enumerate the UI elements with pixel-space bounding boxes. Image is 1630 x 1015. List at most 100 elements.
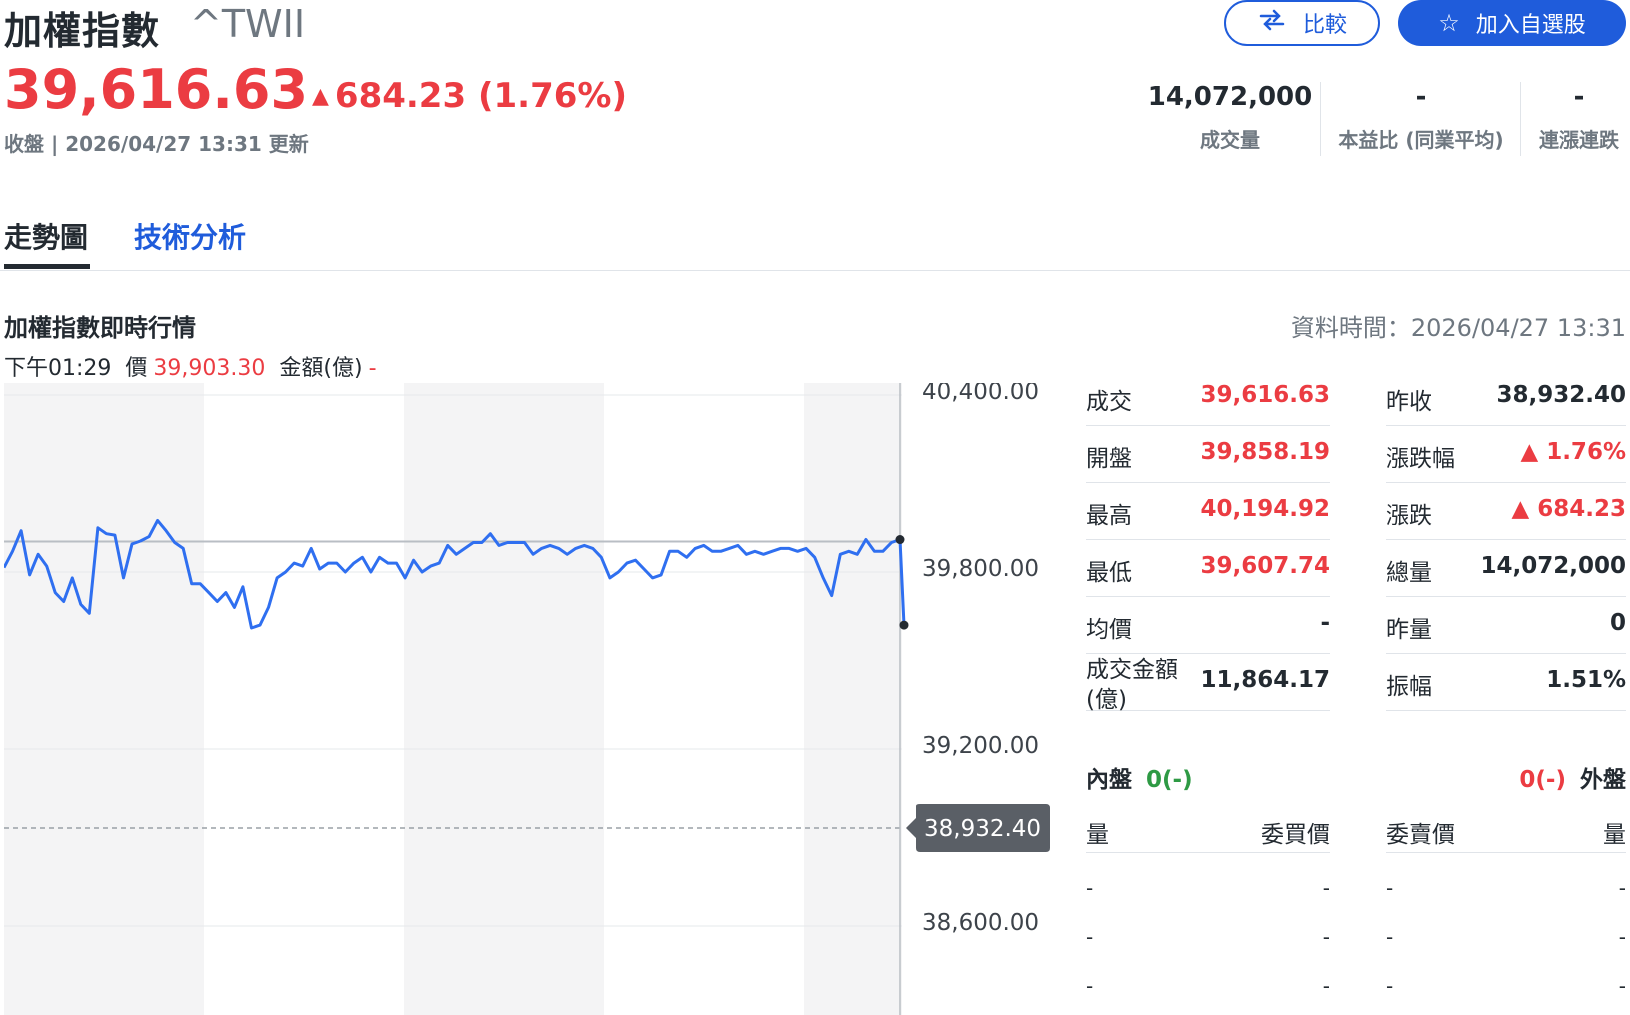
y-tick-label: 40,400.00 (922, 383, 1039, 405)
time-band (204, 383, 404, 1015)
data-timestamp: 資料時間：2026/04/27 13:31 (1290, 314, 1626, 342)
add-to-watchlist-button[interactable]: ☆ 加入自選股 (1398, 0, 1626, 46)
crosshair-point (895, 535, 905, 545)
quote-row: 漲跌幅 ▲ 1.76% (1386, 425, 1626, 483)
quote-label: 昨量 (1386, 617, 1432, 643)
section-title: 加權指數即時行情 (4, 314, 196, 342)
quote-row: 振幅 1.51% (1386, 653, 1626, 711)
price-change-value: 684.23 (1.76%) (334, 76, 627, 116)
quote-value: 1.51% (1546, 667, 1626, 693)
market-status: 收盤 | 2026/04/27 13:31 更新 (4, 132, 309, 156)
stat-streak: - 連漲連跌 (1532, 82, 1626, 153)
stat-volume: 14,072,000 成交量 (1140, 82, 1320, 153)
orderbook-cell: - (1086, 925, 1094, 949)
orderbook-cell: - (1322, 925, 1330, 949)
orderbook-header-bid-price: 委買價 (1261, 822, 1330, 848)
up-arrow-icon: ▲ (312, 84, 329, 109)
tabs-divider (0, 270, 1630, 271)
ticker-symbol: ^TWII (190, 2, 306, 46)
quote-row: 開盤 39,858.19 (1086, 425, 1330, 483)
orderbook-cell: - (1386, 876, 1394, 900)
tab-trend-chart[interactable]: 走勢圖 (4, 216, 88, 256)
quote-value: ▲ 1.76% (1520, 439, 1627, 465)
add-to-watchlist-label: 加入自選股 (1475, 13, 1586, 38)
quote-value: 14,072,000 (1480, 553, 1626, 579)
quote-value: 0 (1609, 610, 1626, 636)
quote-value: 38,932.40 (1496, 382, 1627, 408)
orderbook-header-ask-price: 委賣價 (1386, 822, 1455, 848)
quote-row: 均價 - (1086, 596, 1330, 654)
quote-value: 40,194.92 (1200, 496, 1331, 522)
time-band (404, 383, 604, 1015)
hover-readout: 下午01:29 價 39,903.30 金額(億) - (4, 350, 391, 382)
quote-label: 漲跌幅 (1386, 446, 1455, 472)
orderbook-cell: - (1086, 876, 1094, 900)
quote-label: 振幅 (1386, 674, 1432, 700)
quote-value: 39,607.74 (1200, 553, 1331, 579)
quote-row: 昨收 38,932.40 (1386, 368, 1626, 426)
price-change: ▲ 684.23 (1.76%) (312, 76, 627, 116)
orderbook-cell: - (1386, 925, 1394, 949)
inner-volume-label: 內盤 (1086, 767, 1132, 793)
orderbook-divider (1086, 852, 1330, 853)
star-icon: ☆ (1438, 9, 1460, 37)
stat-label: 連漲連跌 (1539, 128, 1619, 152)
quote-row: 最低 39,607.74 (1086, 539, 1330, 597)
quote-row: 總量 14,072,000 (1386, 539, 1626, 597)
tab-technical-analysis[interactable]: 技術分析 (134, 216, 246, 256)
quote-label: 漲跌 (1386, 503, 1432, 529)
intraday-line-chart[interactable]: 40,400.00 39,800.00 39,200.00 38,600.00 38,… (4, 383, 1054, 1015)
divider (1320, 82, 1321, 156)
quote-label: 總量 (1386, 560, 1432, 586)
quote-label: 最低 (1086, 560, 1132, 586)
y-tick-label: 38,600.00 (922, 910, 1039, 936)
chart-time-bands (4, 383, 902, 1015)
previous-close-label: 38,932.40 (924, 816, 1041, 842)
quote-row: 成交金額(億) 11,864.17 (1086, 653, 1331, 713)
orderbook-cell: - (1086, 974, 1094, 998)
current-price: 39,616.63 (4, 58, 309, 121)
previous-close-tag: 38,932.40 (906, 803, 1050, 852)
orderbook-cell: - (1322, 974, 1330, 998)
stat-label: 成交量 (1200, 128, 1260, 152)
quote-label: 均價 (1086, 617, 1132, 643)
y-axis-ticks: 40,400.00 39,800.00 39,200.00 38,600.00 (922, 383, 1039, 936)
inner-volume-value: 0(-) (1146, 767, 1193, 793)
compare-label: 比較 (1302, 13, 1347, 38)
quote-value: 11,864.17 (1200, 667, 1331, 693)
quote-label: 成交 (1086, 389, 1132, 415)
hover-price-label: 價 (125, 356, 148, 381)
orderbook-header-bid-volume: 量 (1086, 822, 1109, 848)
y-tick-label: 39,200.00 (922, 733, 1039, 759)
orderbook-cell: - (1618, 876, 1626, 900)
divider (1520, 82, 1521, 156)
quote-row: 漲跌 ▲ 684.23 (1386, 482, 1626, 540)
hover-price-value: 39,903.30 (153, 356, 266, 381)
swap-icon (1257, 8, 1287, 38)
orderbook-divider (1386, 852, 1626, 853)
quote-row: 昨量 0 (1386, 596, 1626, 654)
quote-label: 昨收 (1386, 389, 1432, 415)
stat-value: - (1415, 82, 1427, 112)
hover-amount-label: 金額(億) (279, 356, 363, 381)
stat-value: - (1573, 82, 1585, 112)
quote-value: 39,616.63 (1200, 382, 1331, 408)
time-band (804, 383, 902, 1015)
time-band (604, 383, 804, 1015)
outer-volume: 0(-) 外盤 (1519, 760, 1626, 794)
compare-button[interactable]: 比較 (1224, 0, 1380, 46)
last-price-point (899, 620, 909, 630)
active-tab-indicator (4, 264, 90, 269)
quote-row: 成交 39,616.63 (1086, 368, 1330, 426)
stat-label: 本益比 (同業平均) (1338, 128, 1504, 152)
orderbook-cell: - (1322, 876, 1330, 900)
quote-value: ▲ 684.23 (1511, 496, 1626, 522)
quote-label: 成交金額(億) (1086, 657, 1178, 713)
orderbook-header-ask-volume: 量 (1603, 822, 1626, 848)
time-band (4, 383, 204, 1015)
quote-value: - (1320, 610, 1330, 636)
hover-amount-value: - (368, 356, 377, 381)
orderbook-cell: - (1386, 974, 1394, 998)
outer-volume-label: 外盤 (1580, 767, 1626, 793)
hover-time: 下午01:29 (4, 356, 112, 381)
